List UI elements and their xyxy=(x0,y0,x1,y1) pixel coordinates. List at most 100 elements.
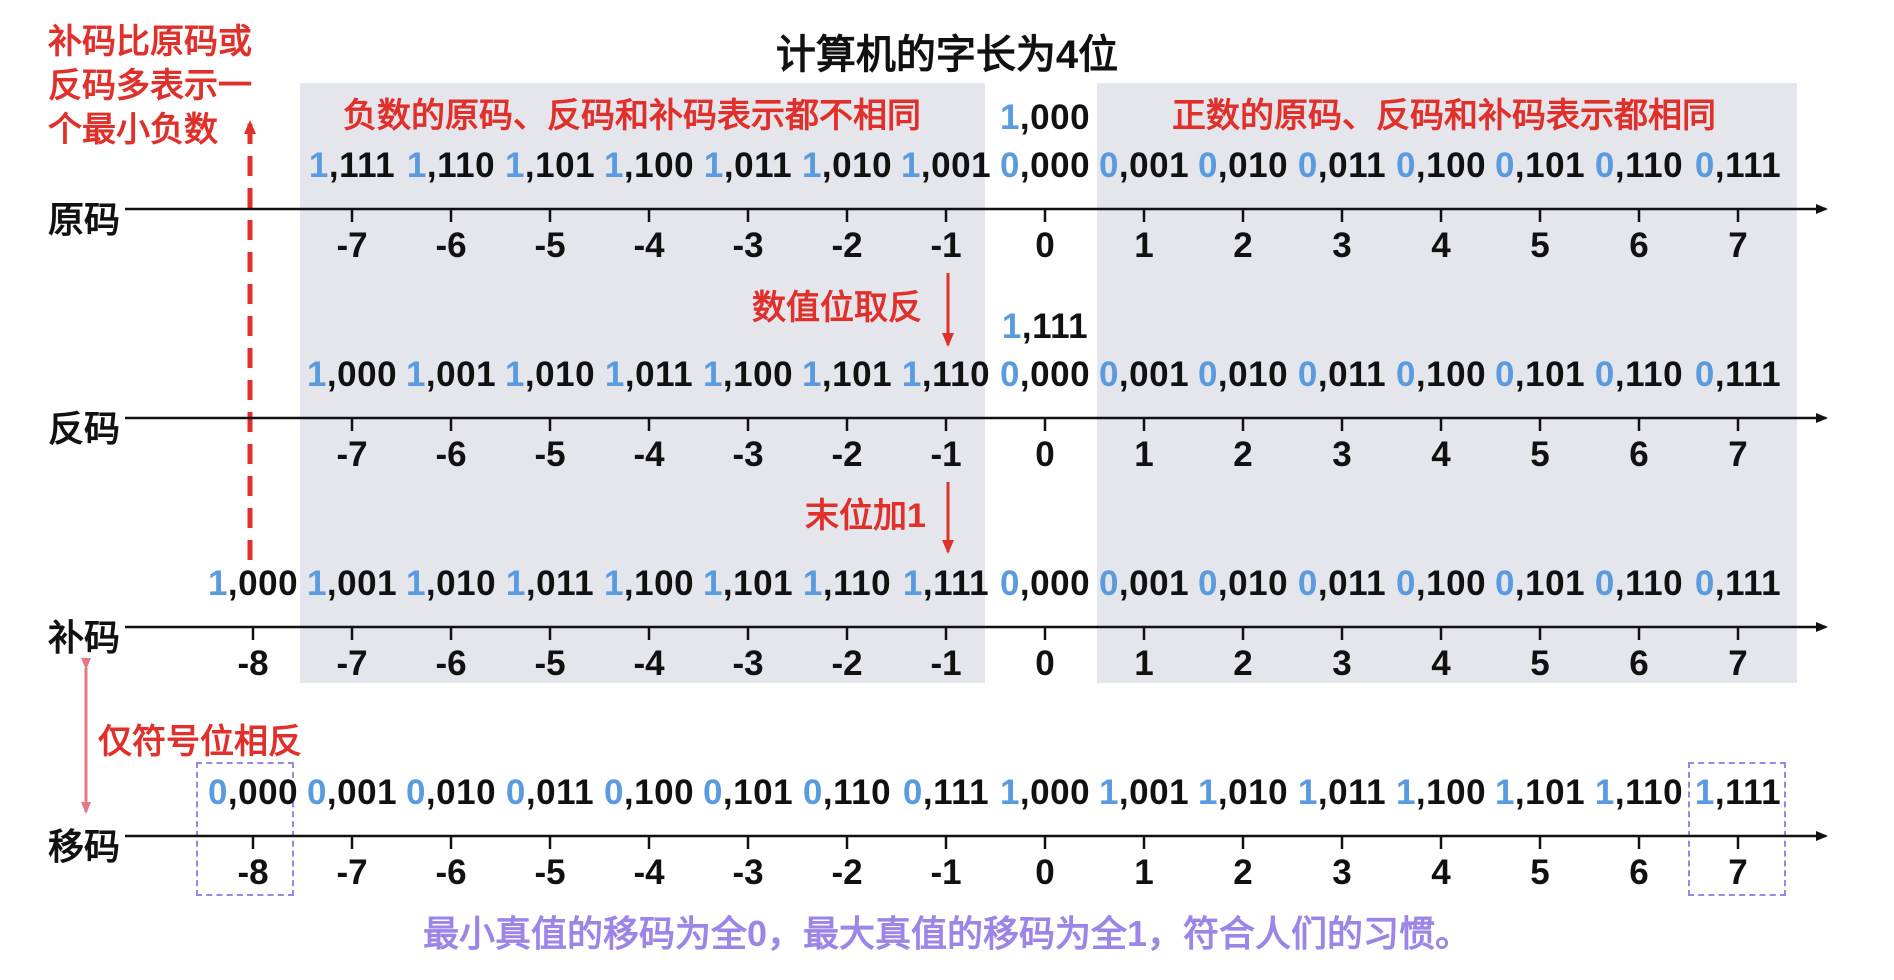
sign-bit: 0 xyxy=(1395,564,1416,603)
magnitude-bits: ,111 xyxy=(922,773,990,812)
sign-bit: 1 xyxy=(900,146,921,185)
code-label: 1,001 xyxy=(406,355,496,395)
true-value-label: 4 xyxy=(1431,853,1451,892)
sign-bit: 0 xyxy=(1297,564,1318,603)
true-value-label: -1 xyxy=(930,853,962,892)
true-value-label: 3 xyxy=(1332,226,1352,265)
true-value-label: 0 xyxy=(1035,644,1055,683)
sign-bit: 1 xyxy=(1001,307,1022,346)
sign-bit: 0 xyxy=(999,355,1020,394)
code-label: 1,101 xyxy=(802,355,892,395)
true-value-label: 6 xyxy=(1629,644,1649,683)
code-label: 0,101 xyxy=(1495,564,1585,604)
magnitude-bits: ,011 xyxy=(1317,355,1387,394)
sign-bit: 1 xyxy=(901,355,922,394)
code-label: 0,001 xyxy=(1099,146,1189,186)
sign-bit: 0 xyxy=(1694,146,1715,185)
true-value-label: -6 xyxy=(435,853,467,892)
magnitude-bits: ,111 xyxy=(1714,355,1782,394)
true-value-label: -1 xyxy=(930,435,962,474)
sign-bit: 0 xyxy=(1098,146,1119,185)
magnitude-bits: ,101 xyxy=(1514,355,1586,394)
sign-bit: 0 xyxy=(207,773,228,812)
true-value-label: -4 xyxy=(633,644,665,683)
true-value-label: 2 xyxy=(1233,226,1253,265)
magnitude-bits: ,000 xyxy=(1019,773,1091,812)
true-value-label: 3 xyxy=(1332,853,1352,892)
true-value-label: 7 xyxy=(1728,435,1748,474)
magnitude-bits: ,001 xyxy=(326,564,398,603)
code-label: 0,111 xyxy=(903,773,989,813)
sign-bit: 0 xyxy=(1395,146,1416,185)
negative-note: 负数的原码、反码和补码表示都不相同 xyxy=(343,97,921,135)
sign-bit: 0 xyxy=(999,564,1020,603)
code-label: 1,010 xyxy=(802,146,892,186)
magnitude-bits: ,000 xyxy=(326,355,398,394)
magnitude-bits: ,101 xyxy=(821,355,893,394)
true-value-label: 5 xyxy=(1530,644,1550,683)
code-label: 0,010 xyxy=(406,773,496,813)
magnitude-bits: ,010 xyxy=(1217,564,1289,603)
magnitude-bits: ,111 xyxy=(1714,564,1782,603)
sign-bit: 1 xyxy=(1694,773,1715,812)
code-label: 0,011 xyxy=(1298,564,1386,604)
true-value-label: -7 xyxy=(336,435,368,474)
code-label: 1,000 xyxy=(208,564,298,604)
sign-bit: 1 xyxy=(703,146,724,185)
true-value-label: -2 xyxy=(831,435,863,474)
sign-bit: 0 xyxy=(702,773,723,812)
sign-bit: 1 xyxy=(902,564,923,603)
sign-bit: 0 xyxy=(1594,146,1615,185)
magnitude-bits: ,110 xyxy=(822,773,892,812)
sign-bit: 1 xyxy=(406,146,427,185)
row-label: 补码 xyxy=(48,617,121,658)
magnitude-bits: ,101 xyxy=(722,564,794,603)
magnitude-bits: ,111 xyxy=(1714,146,1782,185)
true-value-label: 5 xyxy=(1530,435,1550,474)
true-value-label: -1 xyxy=(930,226,962,265)
magnitude-bits: ,001 xyxy=(1118,355,1190,394)
sign-bit: 0 xyxy=(999,146,1020,185)
true-value-label: 3 xyxy=(1332,435,1352,474)
magnitude-bits: ,001 xyxy=(920,146,992,185)
code-label: 0,001 xyxy=(1099,355,1189,395)
sign-note: 仅符号位相反 xyxy=(98,723,302,761)
code-label: 1,110 xyxy=(1595,773,1683,813)
magnitude-bits: ,101 xyxy=(1514,564,1586,603)
true-value-label: 0 xyxy=(1035,226,1055,265)
magnitude-bits: ,011 xyxy=(1317,773,1387,812)
magnitude-bits: ,000 xyxy=(227,773,299,812)
code-label: 1,011 xyxy=(1298,773,1386,813)
true-value-label: -2 xyxy=(831,853,863,892)
magnitude-bits: ,011 xyxy=(1317,564,1387,603)
magnitude-bits: ,100 xyxy=(1415,564,1487,603)
magnitude-bits: ,111 xyxy=(328,146,396,185)
code-label: 1,111 xyxy=(1695,773,1781,813)
sign-bit: 0 xyxy=(1098,564,1119,603)
magnitude-bits: ,100 xyxy=(623,564,695,603)
sign-bit: 0 xyxy=(1098,355,1119,394)
positive-note: 正数的原码、反码和补码表示都相同 xyxy=(1172,97,1716,135)
sign-bit: 0 xyxy=(1594,564,1615,603)
sign-bit: 1 xyxy=(1098,773,1119,812)
magnitude-bits: ,100 xyxy=(1415,355,1487,394)
magnitude-bits: ,101 xyxy=(1514,146,1586,185)
true-value-label: 1 xyxy=(1134,644,1154,683)
code-label: 0,110 xyxy=(803,773,891,813)
code-label: 1,111 xyxy=(309,146,395,186)
magnitude-bits: ,110 xyxy=(1614,146,1684,185)
true-value-label: -4 xyxy=(633,226,665,265)
magnitude-bits: ,011 xyxy=(1317,146,1387,185)
sign-bit: 0 xyxy=(1297,355,1318,394)
code-label: 0,001 xyxy=(1099,564,1189,604)
sign-bit: 1 xyxy=(999,773,1020,812)
magnitude-bits: ,110 xyxy=(426,146,496,185)
true-value-label: 6 xyxy=(1629,226,1649,265)
true-value-label: -7 xyxy=(336,644,368,683)
true-value-label: 2 xyxy=(1233,853,1253,892)
code-label: 0,101 xyxy=(703,773,793,813)
magnitude-bits: ,111 xyxy=(922,564,990,603)
true-value-label: 3 xyxy=(1332,644,1352,683)
magnitude-bits: ,111 xyxy=(1021,307,1089,346)
sign-bit: 1 xyxy=(702,564,723,603)
